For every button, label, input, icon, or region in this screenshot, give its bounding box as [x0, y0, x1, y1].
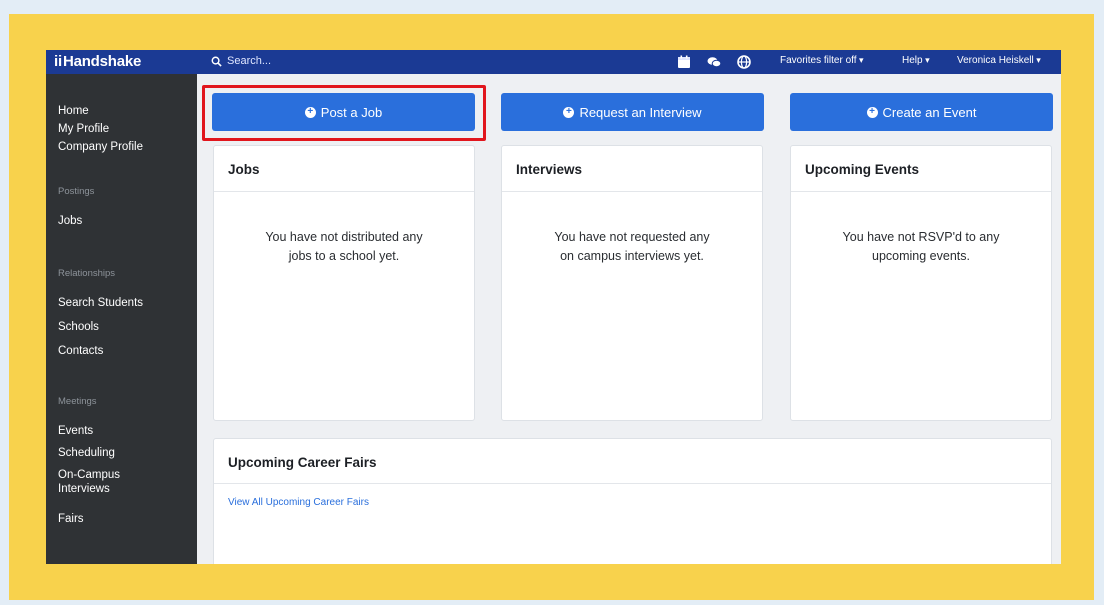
- sidebar-section-postings: Postings: [58, 186, 95, 197]
- post-job-highlight-box: [202, 85, 486, 141]
- interviews-empty-line-2: on campus interviews yet.: [560, 249, 704, 263]
- request-interview-label: Request an Interview: [579, 104, 702, 120]
- jobs-empty-line-1: You have not distributed any: [265, 230, 423, 244]
- logo-mark: ii: [54, 53, 62, 70]
- sidebar-item-jobs[interactable]: Jobs: [58, 214, 82, 228]
- sidebar-section-meetings: Meetings: [58, 396, 97, 407]
- divider: [214, 191, 474, 192]
- sidebar-section-relationships: Relationships: [58, 268, 116, 279]
- divider: [502, 191, 762, 192]
- request-interview-button[interactable]: + Request an Interview: [501, 93, 764, 131]
- create-event-button[interactable]: + Create an Event: [790, 93, 1053, 131]
- sidebar: Home My Profile Company Profile Postings…: [46, 74, 197, 564]
- globe-icon[interactable]: [736, 54, 752, 70]
- divider: [791, 191, 1051, 192]
- events-empty-line-2: upcoming events.: [872, 249, 970, 263]
- events-empty-line-1: You have not RSVP'd to any: [842, 230, 1000, 244]
- sidebar-item-my-profile[interactable]: My Profile: [58, 122, 109, 136]
- interviews-card-title: Interviews: [516, 162, 583, 177]
- search-placeholder: Search...: [227, 55, 272, 67]
- career-fairs-title: Upcoming Career Fairs: [228, 455, 377, 470]
- jobs-empty-message: You have not distributed any jobs to a s…: [214, 228, 474, 266]
- upcoming-events-card-title: Upcoming Events: [805, 162, 920, 177]
- calendar-icon[interactable]: [676, 54, 692, 70]
- help-menu[interactable]: Help: [902, 55, 930, 66]
- search-icon: [211, 56, 222, 67]
- sidebar-item-fairs[interactable]: Fairs: [58, 512, 84, 526]
- top-nav-bar: iiHandshake Search... Favorites filter o…: [46, 50, 1061, 74]
- favorites-filter-menu[interactable]: Favorites filter off: [780, 55, 864, 66]
- sidebar-item-company-profile[interactable]: Company Profile: [58, 140, 143, 154]
- handshake-app: iiHandshake Search... Favorites filter o…: [46, 50, 1061, 564]
- interviews-empty-message: You have not requested any on campus int…: [502, 228, 762, 266]
- sidebar-item-contacts[interactable]: Contacts: [58, 344, 103, 358]
- sidebar-item-search-students[interactable]: Search Students: [58, 296, 143, 310]
- events-empty-message: You have not RSVP'd to any upcoming even…: [791, 228, 1051, 266]
- sidebar-item-scheduling[interactable]: Scheduling: [58, 446, 115, 460]
- view-all-career-fairs-link[interactable]: View All Upcoming Career Fairs: [228, 497, 369, 508]
- upcoming-events-card: Upcoming Events You have not RSVP'd to a…: [790, 145, 1052, 421]
- jobs-card: Jobs You have not distributed any jobs t…: [213, 145, 475, 421]
- sidebar-item-home[interactable]: Home: [58, 104, 89, 118]
- interviews-empty-line-1: You have not requested any: [554, 230, 710, 244]
- user-menu[interactable]: Veronica Heiskell: [957, 55, 1041, 66]
- create-event-label: Create an Event: [882, 104, 977, 120]
- handshake-logo[interactable]: iiHandshake: [54, 53, 141, 70]
- plus-circle-icon: +: [866, 106, 878, 118]
- career-fairs-card: Upcoming Career Fairs View All Upcoming …: [213, 438, 1052, 564]
- plus-circle-icon: +: [563, 106, 575, 118]
- sidebar-item-schools[interactable]: Schools: [58, 320, 99, 334]
- sidebar-item-events[interactable]: Events: [58, 424, 93, 438]
- sidebar-item-on-campus-interviews[interactable]: On-Campus Interviews: [58, 468, 148, 496]
- chat-icon[interactable]: [706, 54, 722, 70]
- jobs-empty-line-2: jobs to a school yet.: [288, 249, 400, 263]
- jobs-card-title: Jobs: [228, 162, 260, 177]
- divider: [214, 483, 1051, 484]
- search-input[interactable]: Search...: [211, 55, 271, 67]
- interviews-card: Interviews You have not requested any on…: [501, 145, 763, 421]
- logo-text: Handshake: [62, 53, 142, 70]
